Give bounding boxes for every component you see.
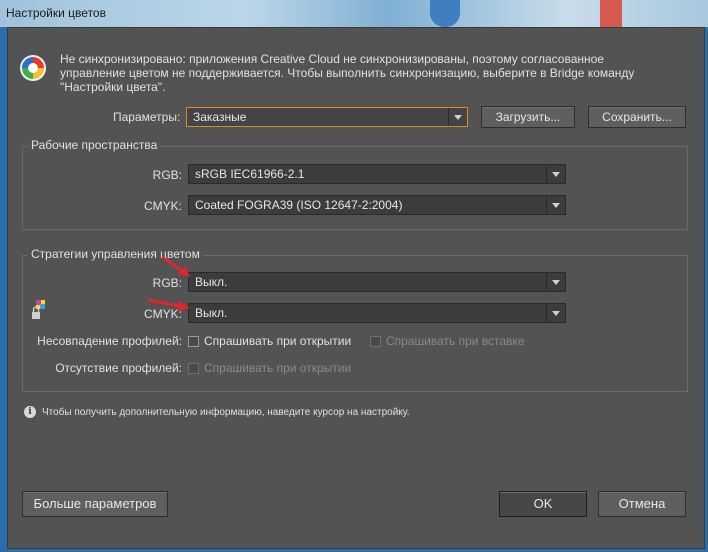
info-text: Чтобы получить дополнительную информацию…: [42, 407, 410, 418]
title-bar: Настройки цветов: [0, 0, 708, 27]
policy-cmyk-select[interactable]: Выкл.: [188, 303, 566, 323]
ws-rgb-label: RGB:: [152, 168, 182, 182]
ws-cmyk-label: CMYK:: [143, 199, 182, 213]
sync-warning-line: "Настройки цвета".: [60, 80, 166, 94]
ask-on-paste-label: Спрашивать при вставке: [386, 334, 525, 348]
more-options-button[interactable]: Больше параметров: [22, 491, 168, 517]
info-icon: i: [24, 406, 36, 418]
working-spaces-title: Рабочие пространства: [28, 138, 161, 152]
save-button[interactable]: Сохранить...: [588, 106, 686, 128]
background-decoration: [430, 0, 460, 27]
color-wheel-icon: [20, 55, 46, 81]
cancel-button[interactable]: Отмена: [598, 491, 686, 517]
background-decoration: [600, 0, 622, 27]
policy-rgb-select[interactable]: Выкл.: [188, 272, 566, 292]
ok-button[interactable]: OK: [499, 491, 587, 517]
profile-mismatch-label: Несовпадение профилей:: [37, 334, 182, 348]
working-spaces-group: [22, 146, 688, 230]
policy-rgb-value: Выкл.: [195, 275, 228, 289]
chevron-down-icon: [448, 108, 467, 126]
ws-cmyk-value: Coated FOGRA39 (ISO 12647-2:2004): [195, 198, 403, 212]
ws-rgb-select[interactable]: sRGB IEC61966-2.1: [188, 164, 566, 184]
missing-ask-on-open-label: Спрашивать при открытии: [204, 361, 352, 375]
ask-on-open-checkbox[interactable]: [188, 336, 199, 347]
annotation-arrow-icon: [161, 255, 190, 277]
annotation-arrow-icon: [147, 298, 190, 311]
ask-on-paste-checkbox[interactable]: [370, 336, 381, 347]
ws-cmyk-select[interactable]: Coated FOGRA39 (ISO 12647-2:2004): [188, 195, 566, 215]
chevron-down-icon: [546, 304, 565, 322]
policy-cmyk-value: Выкл.: [195, 306, 228, 320]
settings-value: Заказные: [193, 110, 247, 124]
sync-warning-line: управление цветом не поддерживается. Что…: [60, 66, 635, 80]
ws-rgb-value: sRGB IEC61966-2.1: [195, 167, 305, 181]
lock-icon: [32, 300, 45, 319]
missing-ask-on-open-checkbox[interactable]: [188, 363, 199, 374]
sync-warning: Не синхронизировано: приложения Creative…: [60, 52, 660, 94]
ask-on-open-label: Спрашивать при открытии: [204, 334, 352, 348]
settings-select[interactable]: Заказные: [186, 107, 468, 127]
window-title: Настройки цветов: [6, 6, 106, 20]
chevron-down-icon: [546, 165, 565, 183]
color-settings-dialog: Не синхронизировано: приложения Creative…: [7, 27, 705, 549]
chevron-down-icon: [546, 196, 565, 214]
settings-label: Параметры:: [113, 110, 181, 124]
sync-warning-line: Не синхронизировано: приложения Creative…: [60, 52, 604, 66]
chevron-down-icon: [546, 273, 565, 291]
missing-profiles-label: Отсутствие профилей:: [55, 361, 182, 375]
load-button[interactable]: Загрузить...: [481, 106, 575, 128]
